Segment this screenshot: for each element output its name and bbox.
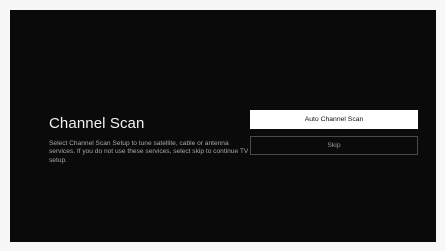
page-title: Channel Scan: [49, 115, 145, 132]
skip-label: Skip: [327, 142, 341, 149]
auto-channel-scan-button[interactable]: Auto Channel Scan: [250, 110, 418, 129]
skip-button[interactable]: Skip: [250, 136, 418, 155]
auto-channel-scan-label: Auto Channel Scan: [304, 116, 364, 123]
page-description: Select Channel Scan Setup to tune satell…: [49, 140, 249, 164]
tv-screen: Channel Scan Select Channel Scan Setup t…: [10, 10, 436, 242]
